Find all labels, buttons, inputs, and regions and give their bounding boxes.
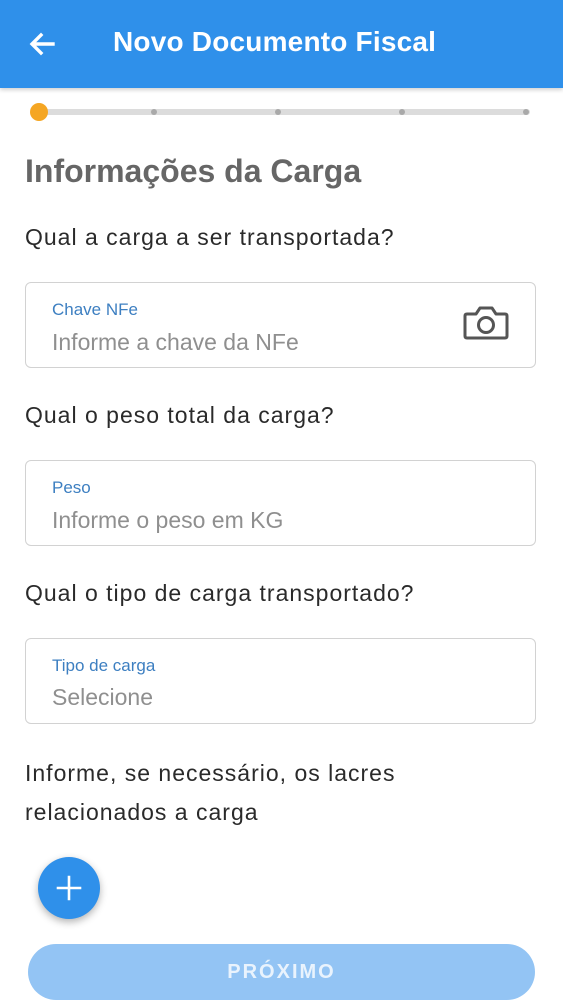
plus-icon xyxy=(56,875,82,901)
weight-question: Qual o peso total da carga? xyxy=(25,402,335,428)
seals-question-line-1: Informe, se necessário, os lacres xyxy=(25,760,396,786)
arrow-left-icon xyxy=(29,32,55,56)
nfe-field-label: Chave NFe xyxy=(52,300,138,319)
step-dot-4 xyxy=(399,109,405,115)
cargo-type-question: Qual o tipo de carga transportado? xyxy=(25,580,415,606)
weight-field-label: Peso xyxy=(52,478,91,497)
seals-question-line-2: relacionados a carga xyxy=(25,799,259,825)
cargo-type-select[interactable]: Tipo de carga Selecione xyxy=(25,638,536,724)
nfe-field[interactable]: Chave NFe xyxy=(25,282,536,368)
weight-field[interactable]: Peso xyxy=(25,460,536,546)
cargo-type-value: Selecione xyxy=(52,684,154,710)
cargo-type-label: Tipo de carga xyxy=(52,656,156,675)
camera-icon xyxy=(463,306,509,340)
step-dot-3 xyxy=(275,109,281,115)
step-progress xyxy=(30,100,532,124)
step-track xyxy=(38,109,530,115)
scan-nfe-button[interactable] xyxy=(463,303,509,341)
section-title: Informações da Carga xyxy=(25,153,362,189)
seals-question: Informe, se necessário, os lacres relaci… xyxy=(25,754,395,832)
back-button[interactable] xyxy=(20,24,64,64)
weight-input[interactable] xyxy=(52,505,462,535)
app-bar: Novo Documento Fiscal xyxy=(0,0,563,88)
page-title: Novo Documento Fiscal xyxy=(113,26,437,57)
step-dot-2 xyxy=(151,109,157,115)
step-dot-5 xyxy=(523,109,529,115)
add-seal-button[interactable] xyxy=(38,857,100,919)
step-dot-current xyxy=(30,103,48,121)
nfe-input[interactable] xyxy=(52,327,462,357)
next-button[interactable]: PRÓXIMO xyxy=(28,944,535,1000)
cargo-question: Qual a carga a ser transportada? xyxy=(25,224,395,250)
